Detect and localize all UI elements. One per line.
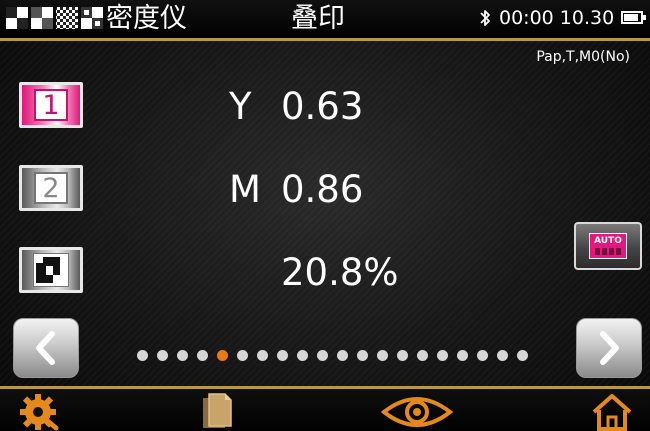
page-dot[interactable]: [177, 350, 188, 361]
page-dot[interactable]: [397, 350, 408, 361]
bottom-toolbar: [0, 386, 650, 431]
channel-1-key[interactable]: 1: [19, 82, 83, 128]
overprint-patch-icon: [33, 253, 69, 287]
auto-label: AUTO: [594, 236, 622, 246]
eye-icon[interactable]: [381, 392, 453, 431]
settings-gear-icon[interactable]: [18, 392, 62, 431]
page-dot[interactable]: [257, 350, 268, 361]
page-dot[interactable]: [137, 350, 148, 361]
auto-button[interactable]: AUTO: [574, 222, 642, 270]
reading-m-value: 0.86: [281, 168, 364, 211]
reading-overprint-value: 20.8%: [281, 251, 399, 294]
page-dot[interactable]: [297, 350, 308, 361]
page-dot[interactable]: [477, 350, 488, 361]
reading-y-value: 0.63: [281, 85, 364, 128]
battery-level-fill: [624, 14, 638, 21]
page-dot[interactable]: [337, 350, 348, 361]
density-meter-screen: 密度仪 叠印 00:00 10.30 Pap,T,M0(No) 1 Y 0.63 …: [0, 0, 650, 431]
page-dot[interactable]: [457, 350, 468, 361]
chevron-right-icon: [600, 331, 619, 365]
page-dot[interactable]: [357, 350, 368, 361]
page-dot[interactable]: [517, 350, 528, 361]
channel-2-key-label: 2: [34, 172, 68, 204]
chevron-left-icon: [36, 331, 55, 365]
next-button[interactable]: [576, 318, 642, 378]
page-dot[interactable]: [277, 350, 288, 361]
channel-2-key[interactable]: 2: [19, 165, 83, 211]
overprint-key[interactable]: [19, 247, 83, 293]
page-dot[interactable]: [437, 350, 448, 361]
mode-title: 叠印: [291, 3, 345, 34]
reading-y-name: Y: [229, 85, 252, 128]
clock-readout: 00:00 10.30: [499, 7, 615, 29]
bluetooth-icon: [480, 10, 490, 26]
channel-1-key-label: 1: [34, 89, 68, 121]
page-dot[interactable]: [157, 350, 168, 361]
checkerboard-logo: [6, 7, 103, 29]
page-dot[interactable]: [317, 350, 328, 361]
reading-m-name: M: [229, 168, 261, 211]
app-name: 密度仪: [106, 3, 187, 34]
auto-bars: [595, 248, 621, 255]
files-icon[interactable]: [199, 392, 235, 431]
reference-settings: Pap,T,M0(No): [536, 49, 630, 65]
page-dot[interactable]: [497, 350, 508, 361]
page-dot[interactable]: [197, 350, 208, 361]
previous-button[interactable]: [13, 318, 79, 378]
reading-m: M 0.86: [229, 169, 363, 211]
battery-icon: [621, 11, 646, 24]
home-icon[interactable]: [590, 392, 634, 431]
page-dot[interactable]: [377, 350, 388, 361]
page-dot[interactable]: [237, 350, 248, 361]
reading-y: Y 0.63: [229, 86, 363, 128]
auto-icon: AUTO: [589, 233, 627, 259]
page-dot-active[interactable]: [217, 350, 228, 361]
title-bar: 密度仪 叠印 00:00 10.30: [0, 0, 650, 41]
page-dot[interactable]: [417, 350, 428, 361]
